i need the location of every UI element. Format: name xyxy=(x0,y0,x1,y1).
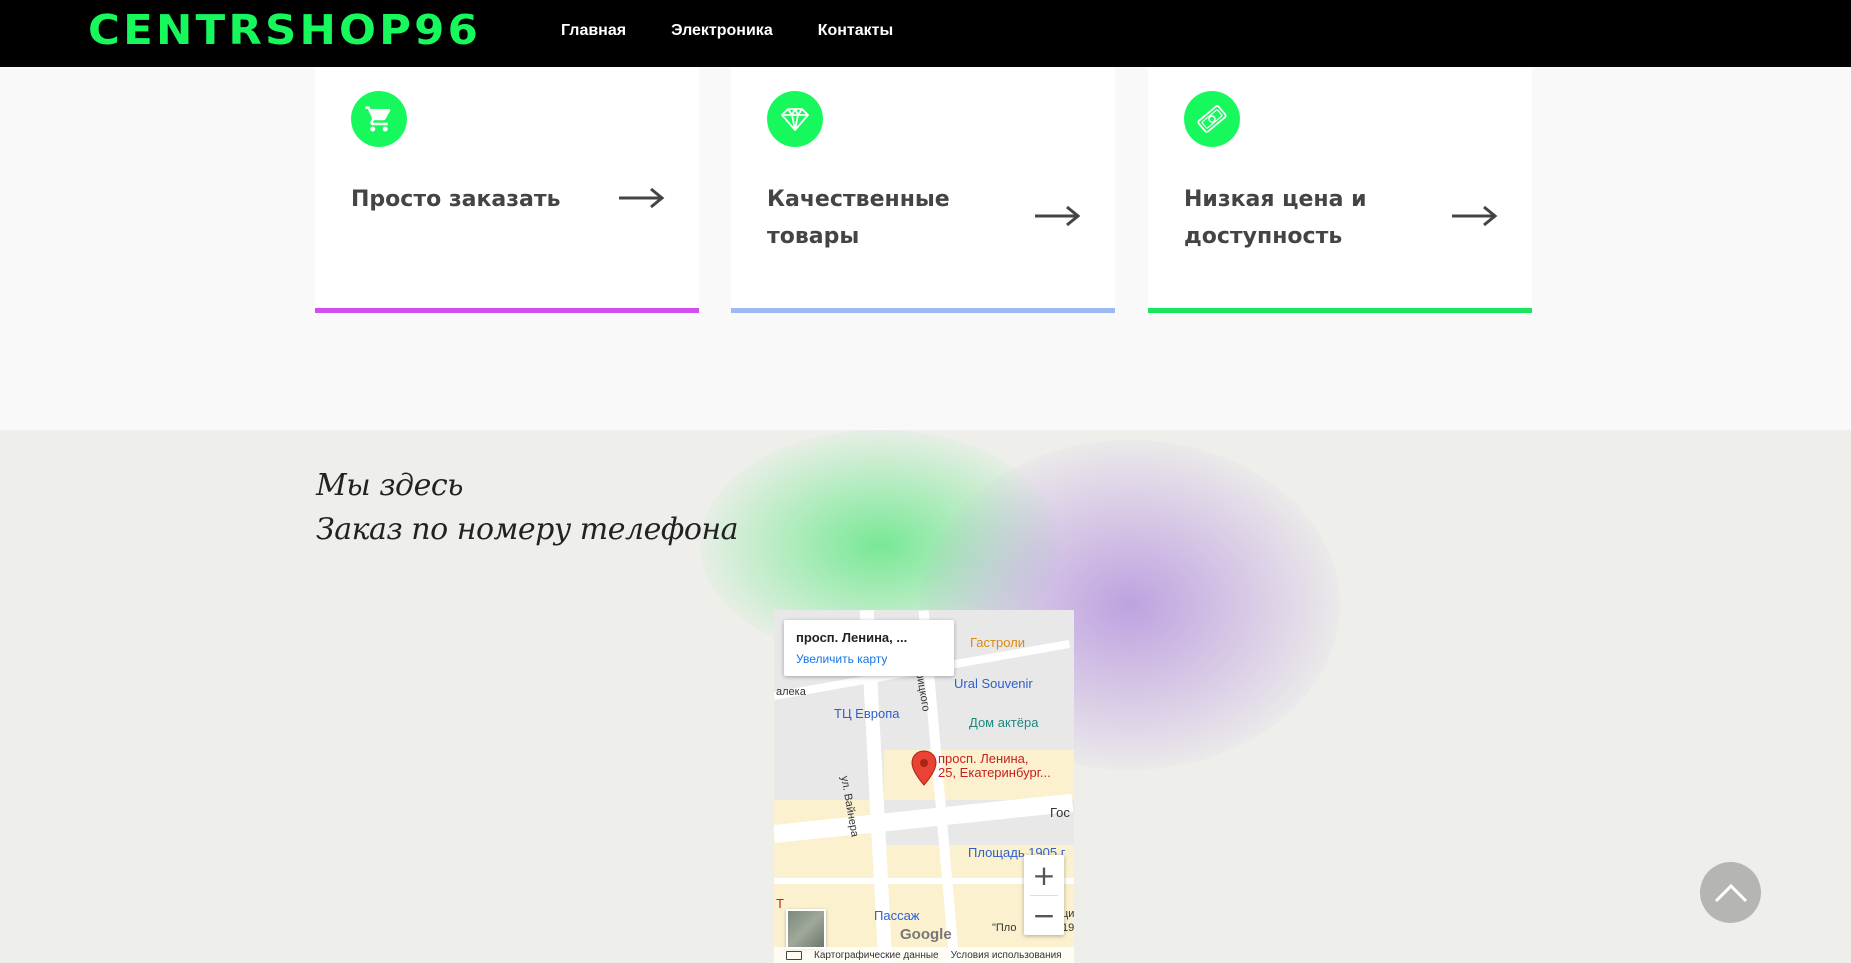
zoom-in-button[interactable]: + xyxy=(1024,855,1064,895)
map-data-link[interactable]: Картографические данные xyxy=(814,950,939,961)
arrow-right-icon xyxy=(619,187,665,209)
map-label: Т xyxy=(776,896,784,911)
main-nav: Главная Электроника Контакты xyxy=(561,22,893,40)
money-icon xyxy=(1184,91,1240,147)
nav-link-home[interactable]: Главная xyxy=(561,22,626,40)
feature-title: Просто заказать xyxy=(351,187,561,212)
site-logo[interactable]: CENTRSHOP96 xyxy=(88,6,481,54)
map-attribution: Картографические данные Условия использо… xyxy=(774,947,1074,963)
map-place-label[interactable]: Гастроли xyxy=(970,635,1025,650)
features-section: Просто заказать Качественные товары Низк… xyxy=(0,67,1851,430)
map-street-label: алека xyxy=(776,686,806,698)
feature-title: Низкая цена и доступность xyxy=(1184,187,1367,249)
location-section: Мы здесь Заказ по номеру телефона Гастро… xyxy=(0,430,1851,963)
map-pin-icon[interactable] xyxy=(911,750,937,786)
satellite-toggle-button[interactable] xyxy=(786,909,826,949)
map-info-card: просп. Ленина, ... Увеличить карту xyxy=(784,620,954,676)
feature-accent-bar xyxy=(315,308,699,313)
zoom-out-button[interactable]: − xyxy=(1024,895,1064,935)
site-header: CENTRSHOP96 Главная Электроника Контакты xyxy=(0,0,1851,67)
nav-link-contacts[interactable]: Контакты xyxy=(818,22,893,40)
enlarge-map-link[interactable]: Увеличить карту xyxy=(796,652,887,666)
map-place-label[interactable]: Пассаж xyxy=(874,908,920,923)
map-place-label[interactable]: Ural Souvenir xyxy=(954,676,1033,691)
map-zoom-controls: + − xyxy=(1024,855,1064,935)
feature-title: Качественные товары xyxy=(767,187,950,249)
map-street-label: Гос xyxy=(1050,805,1070,820)
feature-card-quality[interactable]: Качественные товары xyxy=(731,67,1115,313)
location-heading: Мы здесь xyxy=(316,468,463,503)
feature-accent-bar xyxy=(731,308,1115,313)
google-map[interactable]: Гастроли Ural Souvenir ТЦ Европа Дом акт… xyxy=(774,610,1074,963)
diamond-icon xyxy=(767,91,823,147)
map-pin-label: просп. Ленина, 25, Екатеринбург... xyxy=(938,751,1051,780)
google-logo: Google xyxy=(900,926,952,943)
phone-order-text: Заказ по номеру телефона xyxy=(316,512,739,547)
shopping-cart-icon xyxy=(351,91,407,147)
zoom-separator xyxy=(1030,895,1058,896)
terms-of-use-link[interactable]: Условия использования xyxy=(951,950,1062,961)
keyboard-icon[interactable] xyxy=(786,950,802,960)
feature-card-easy-order[interactable]: Просто заказать xyxy=(315,67,699,313)
map-label: "Пло xyxy=(992,922,1017,934)
feature-accent-bar xyxy=(1148,308,1532,313)
map-info-address: просп. Ленина, ... xyxy=(796,630,908,645)
arrow-right-icon xyxy=(1452,205,1498,227)
arrow-right-icon xyxy=(1035,205,1081,227)
map-place-label[interactable]: ТЦ Европа xyxy=(834,706,899,721)
scroll-to-top-button[interactable] xyxy=(1700,862,1761,923)
map-place-label[interactable]: Дом актёра xyxy=(969,715,1038,730)
chevron-up-icon xyxy=(1714,883,1747,902)
nav-link-electronics[interactable]: Электроника xyxy=(671,22,773,40)
feature-card-low-price[interactable]: Низкая цена и доступность xyxy=(1148,67,1532,313)
